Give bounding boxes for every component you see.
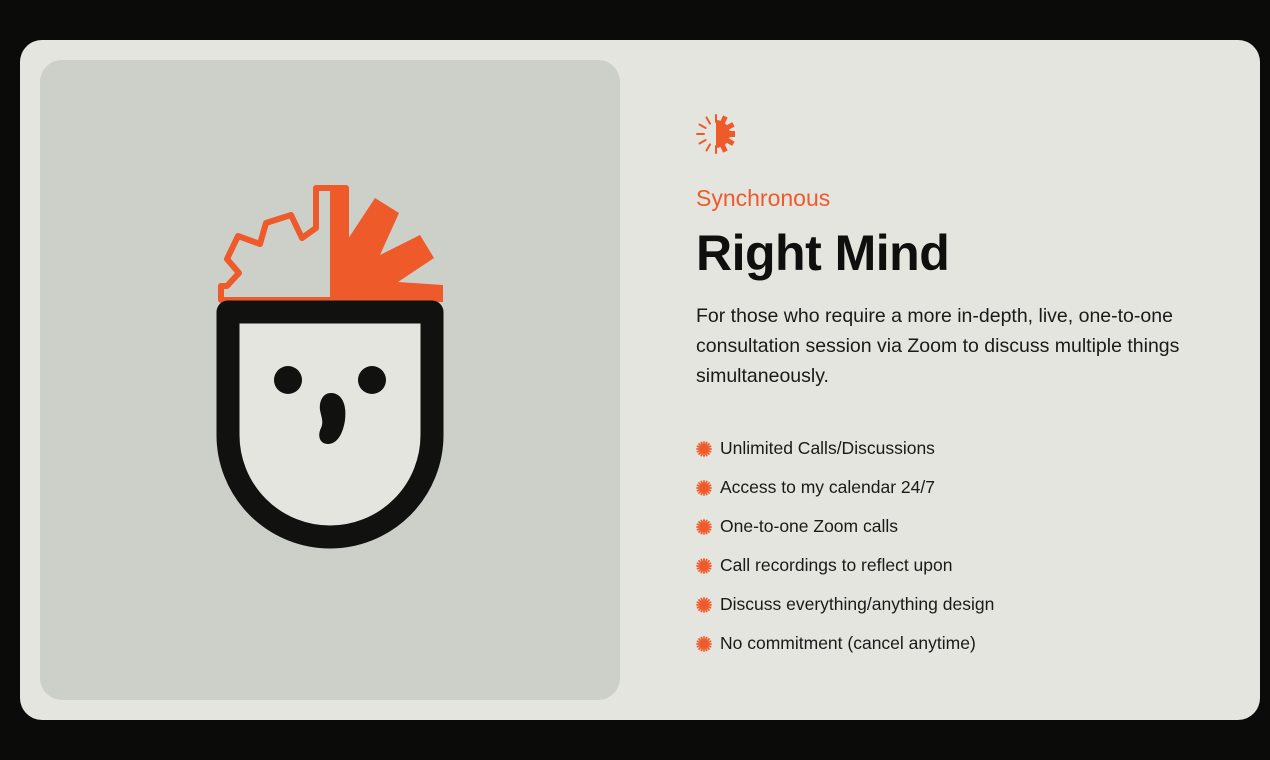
pricing-card: Synchronous Right Mind For those who req… (20, 40, 1260, 720)
feature-label: Call recordings to reflect upon (720, 555, 953, 575)
feature-item: No commitment (cancel anytime) (696, 624, 1236, 663)
asterisk-burst-icon (696, 557, 712, 574)
plan-title: Right Mind (696, 225, 950, 281)
right-eye (358, 366, 386, 394)
asterisk-burst-icon (696, 440, 712, 457)
feature-list: Unlimited Calls/Discussions Access to my… (696, 429, 1236, 663)
half-sunburst-icon (696, 114, 735, 154)
feature-item: Unlimited Calls/Discussions (696, 429, 1236, 468)
asterisk-burst-icon (696, 479, 712, 496)
feature-item: Discuss everything/anything design (696, 585, 1236, 624)
feature-item: One-to-one Zoom calls (696, 507, 1236, 546)
plan-description: For those who require a more in-depth, l… (696, 305, 1180, 387)
feature-label: One-to-one Zoom calls (720, 516, 898, 536)
feature-label: No commitment (cancel anytime) (720, 633, 976, 653)
plan-category: Synchronous (696, 185, 831, 211)
plan-details: Synchronous Right Mind For those who req… (696, 114, 1236, 663)
asterisk-burst-icon (696, 635, 712, 652)
head-sunburst (218, 185, 443, 303)
illustration-panel (40, 60, 620, 700)
head-illustration (216, 185, 444, 549)
feature-label: Discuss everything/anything design (720, 594, 995, 614)
asterisk-burst-icon (696, 596, 712, 613)
feature-item: Access to my calendar 24/7 (696, 468, 1236, 507)
left-eye (274, 366, 302, 394)
feature-label: Access to my calendar 24/7 (720, 477, 935, 497)
feature-label: Unlimited Calls/Discussions (720, 438, 935, 458)
feature-item: Call recordings to reflect upon (696, 546, 1236, 585)
asterisk-burst-icon (696, 518, 712, 535)
